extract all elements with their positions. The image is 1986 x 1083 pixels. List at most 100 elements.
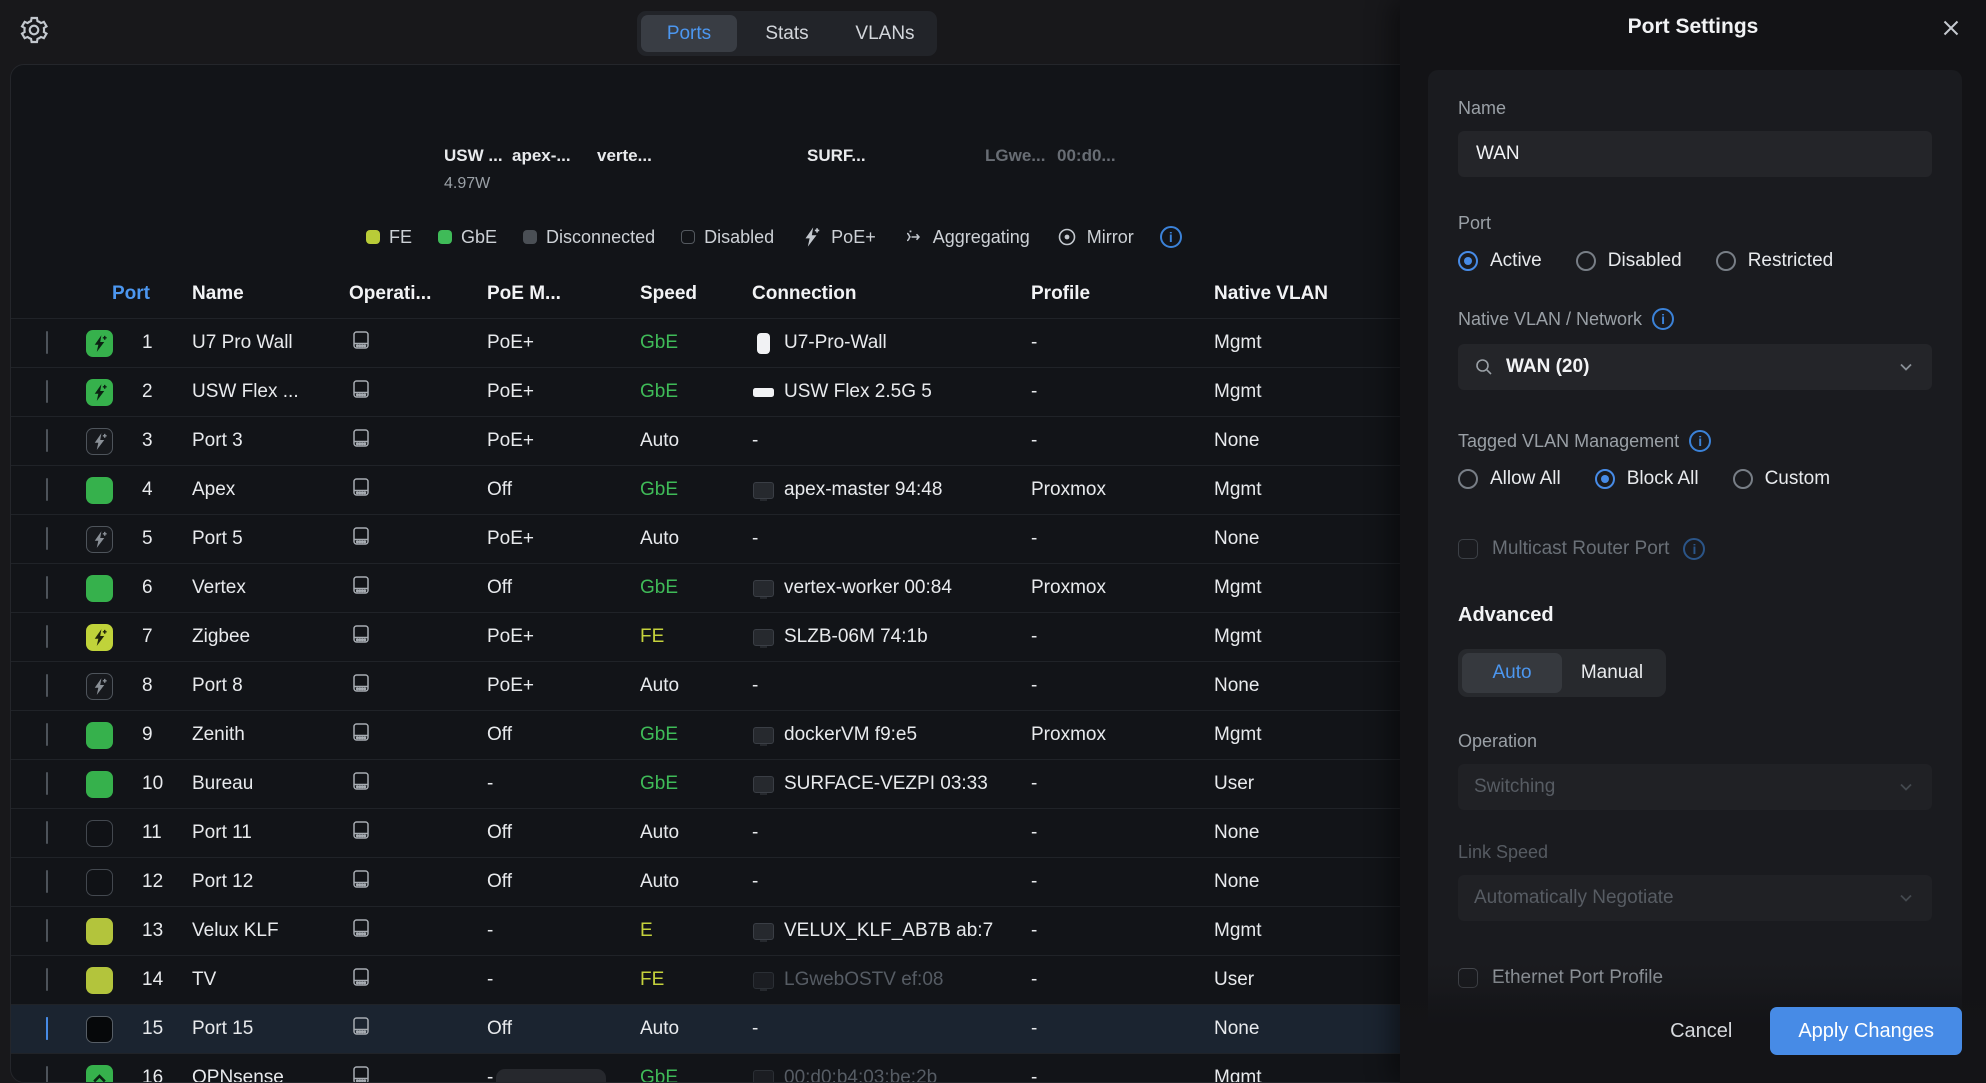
link-speed-select[interactable]: Automatically Negotiate (1458, 875, 1932, 921)
legend-swatch (438, 230, 452, 244)
row-checkbox[interactable] (46, 331, 48, 354)
connection-name: SURFACE-VEZPI 03:33 (784, 773, 988, 795)
poe-mode: Off (477, 871, 630, 893)
column-header-profile[interactable]: Profile (1021, 283, 1204, 305)
row-checkbox[interactable] (46, 1066, 48, 1083)
row-checkbox[interactable] (46, 723, 48, 746)
row-checkbox[interactable] (46, 772, 48, 795)
info-icon[interactable]: i (1689, 430, 1711, 452)
connection-name: LGwebOSTV ef:08 (784, 969, 943, 991)
tagged-vlan-radio-custom[interactable]: Custom (1733, 468, 1830, 490)
checkbox-box (1458, 968, 1478, 988)
operation-cell (339, 965, 477, 995)
tagged-vlan-radio-allow-all[interactable]: Allow All (1458, 468, 1561, 490)
legend-item-disconnected: Disconnected (523, 227, 655, 248)
aggregating-icon (902, 226, 924, 248)
advanced-mode-auto[interactable]: Auto (1462, 653, 1562, 693)
switch-device-icon (349, 826, 373, 847)
column-header-name[interactable]: Name (182, 283, 339, 305)
tab-vlans[interactable]: VLANs (837, 15, 933, 52)
connection-name: USW Flex 2.5G 5 (784, 381, 932, 403)
profile-value: - (1021, 969, 1204, 991)
multicast-router-checkbox[interactable]: Multicast Router Port i (1458, 538, 1932, 560)
cancel-button[interactable]: Cancel (1670, 1020, 1732, 1043)
radio-label: Disabled (1608, 250, 1682, 272)
legend-label: FE (389, 227, 412, 248)
column-header-vlan[interactable]: Native VLAN (1204, 283, 1401, 305)
operation-select[interactable]: Switching (1458, 764, 1932, 810)
speed-value: GbE (630, 773, 742, 795)
tagged-vlan-radios: Allow All Block All Custom (1458, 468, 1932, 490)
link-up-icon (86, 967, 113, 994)
profile-value: - (1021, 626, 1204, 648)
row-checkbox[interactable] (46, 576, 48, 599)
info-icon[interactable]: i (1652, 308, 1674, 330)
connection-name: - (752, 675, 758, 697)
poe-mode: Off (477, 724, 630, 746)
row-checkbox[interactable] (46, 870, 48, 893)
settings-gear-icon[interactable] (18, 14, 54, 50)
client-device-icon (752, 969, 774, 991)
poe-mode: - (477, 969, 630, 991)
operation-cell (339, 867, 477, 897)
row-checkbox[interactable] (46, 625, 48, 648)
client-device-icon (752, 920, 774, 942)
port-name: Zigbee (182, 626, 339, 648)
close-icon[interactable] (1938, 15, 1964, 41)
row-checkbox[interactable] (46, 478, 48, 501)
port-state-radio-restricted[interactable]: Restricted (1716, 250, 1834, 272)
row-checkbox-cell (46, 577, 86, 599)
operation-cell (339, 622, 477, 652)
advanced-mode-manual[interactable]: Manual (1562, 653, 1662, 693)
tagged-vlan-radio-block-all[interactable]: Block All (1595, 468, 1699, 490)
port-status-cell (86, 428, 132, 455)
column-header-operation[interactable]: Operati... (339, 283, 477, 305)
row-checkbox-cell (46, 528, 86, 550)
port-state-radio-disabled[interactable]: Disabled (1576, 250, 1682, 272)
speed-value: E (630, 920, 742, 942)
row-checkbox[interactable] (46, 527, 48, 550)
tab-stats[interactable]: Stats (739, 15, 835, 52)
profile-value: - (1021, 871, 1204, 893)
apply-changes-button[interactable]: Apply Changes (1770, 1007, 1962, 1055)
mirror-info-icon[interactable]: i (1160, 226, 1182, 248)
port-state-radio-active[interactable]: Active (1458, 250, 1542, 272)
row-checkbox[interactable] (46, 919, 48, 942)
row-checkbox[interactable] (46, 821, 48, 844)
switch-device-icon (349, 728, 373, 749)
search-icon (1474, 357, 1494, 377)
tab-ports[interactable]: Ports (641, 15, 737, 52)
port-status-cell (86, 869, 132, 896)
column-header-poe[interactable]: PoE M... (477, 283, 630, 305)
pagination-pill[interactable] (496, 1069, 606, 1083)
switch-device-icon (349, 777, 373, 798)
row-checkbox-cell (46, 332, 86, 354)
row-checkbox[interactable] (46, 380, 48, 403)
row-checkbox[interactable] (46, 429, 48, 452)
radio-label: Custom (1765, 468, 1830, 490)
port-status-cell (86, 673, 132, 700)
column-header-connection[interactable]: Connection (742, 283, 1021, 305)
info-icon[interactable]: i (1683, 538, 1705, 560)
operation-cell (339, 769, 477, 799)
device-label: USW ... (444, 146, 503, 166)
port-status-cell (86, 575, 132, 602)
row-checkbox[interactable] (46, 674, 48, 697)
link-up-icon (86, 771, 113, 798)
row-checkbox[interactable] (46, 968, 48, 991)
column-header-speed[interactable]: Speed (630, 283, 742, 305)
native-vlan-select[interactable]: WAN (20) (1458, 344, 1932, 390)
poe-mode: PoE+ (477, 381, 630, 403)
link-speed-label: Link Speed (1458, 842, 1932, 863)
port-number: 10 (132, 773, 182, 795)
poe-mode: PoE+ (477, 626, 630, 648)
name-input[interactable]: WAN (1458, 131, 1932, 177)
tagged-vlan-label: Tagged VLAN Managementi (1458, 430, 1932, 452)
profile-value: - (1021, 675, 1204, 697)
port-status-cell (86, 477, 132, 504)
row-checkbox[interactable] (46, 1017, 48, 1040)
row-checkbox-cell (46, 969, 86, 991)
ethernet-profile-checkbox[interactable]: Ethernet Port Profile (1458, 967, 1932, 989)
mirror-icon (1056, 226, 1078, 248)
column-header-port[interactable]: Port (112, 283, 182, 305)
